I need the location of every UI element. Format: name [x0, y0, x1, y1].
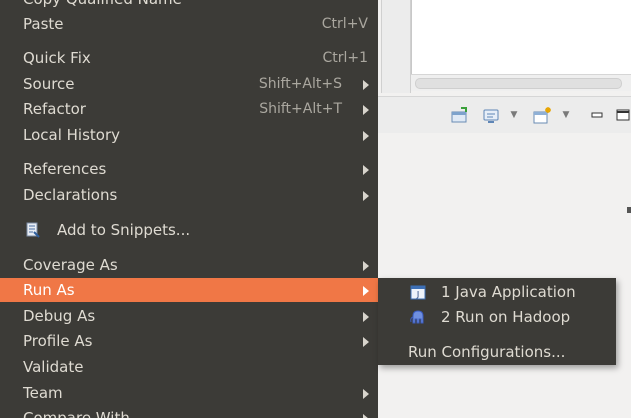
menu-item-label: Run As [23, 281, 75, 299]
maximize-icon[interactable] [616, 107, 630, 125]
menu-item-copy-qualified-name[interactable]: Copy Qualified Name [0, 0, 378, 11]
java-application-icon: J [410, 285, 426, 300]
menu-item-label: Validate [23, 358, 84, 376]
submenu-arrow-icon [363, 131, 369, 141]
view-toolbar: ▼ ▼ [378, 96, 631, 134]
shortcut-label: Ctrl+V [321, 16, 368, 32]
editor-area[interactable] [411, 0, 631, 77]
menu-item-label: Declarations [23, 186, 118, 204]
menu-item-local-history[interactable]: Local History [0, 123, 378, 147]
chevron-down-icon[interactable]: ▼ [560, 109, 572, 121]
submenu-item-run-configurations[interactable]: Run Configurations... [378, 340, 616, 364]
menu-item-profile-as[interactable]: Profile As [0, 329, 378, 353]
vertical-scrollbar[interactable] [381, 0, 411, 93]
run-as-submenu: J 1 Java Application 2 Run on Hadoop Run… [378, 278, 616, 365]
menu-item-compare-with[interactable]: Compare With [0, 406, 378, 418]
console-panel [378, 133, 631, 418]
submenu-arrow-icon [363, 389, 369, 399]
menu-item-declarations[interactable]: Declarations [0, 183, 378, 207]
menu-item-team[interactable]: Team [0, 381, 378, 405]
submenu-item-run-on-hadoop[interactable]: 2 Run on Hadoop [378, 305, 616, 329]
submenu-arrow-icon [363, 165, 369, 175]
menu-item-validate[interactable]: Validate [0, 355, 378, 379]
submenu-arrow-icon [363, 80, 369, 90]
horizontal-scrollbar[interactable] [411, 74, 631, 91]
chevron-down-icon[interactable]: ▼ [508, 109, 520, 121]
menu-item-debug-as[interactable]: Debug As [0, 304, 378, 328]
menu-item-label: Debug As [23, 307, 96, 325]
submenu-item-java-application[interactable]: J 1 Java Application [378, 280, 616, 304]
menu-item-label: Refactor [23, 100, 86, 118]
submenu-arrow-icon [363, 414, 369, 418]
menu-item-label: Add to Snippets... [57, 221, 191, 239]
menu-item-label: Copy Qualified Name [23, 0, 182, 11]
menu-item-label: Coverage As [23, 256, 118, 274]
menu-item-coverage-as[interactable]: Coverage As [0, 253, 378, 277]
submenu-arrow-icon [363, 337, 369, 347]
menu-item-source[interactable]: Source Shift+Alt+S [0, 72, 378, 96]
menu-item-label: References [23, 160, 107, 178]
menu-separator [0, 40, 378, 41]
shortcut-label: Shift+Alt+S [258, 76, 342, 92]
display-console-icon[interactable] [482, 107, 500, 125]
submenu-arrow-icon [363, 105, 369, 115]
svg-text:J: J [416, 290, 419, 299]
hadoop-elephant-icon [410, 310, 424, 324]
menu-item-label: Team [23, 384, 63, 402]
submenu-arrow-icon [363, 312, 369, 322]
menu-item-run-as[interactable]: Run As [0, 278, 378, 302]
menu-item-quick-fix[interactable]: Quick Fix Ctrl+1 [0, 46, 378, 70]
menu-item-references[interactable]: References [0, 157, 378, 181]
submenu-arrow-icon [363, 286, 369, 296]
menu-item-refactor[interactable]: Refactor Shift+Alt+T [0, 97, 378, 121]
menu-item-label: Profile As [23, 332, 93, 350]
submenu-item-label: 2 Run on Hadoop [441, 308, 571, 326]
submenu-item-label: Run Configurations... [408, 343, 566, 361]
submenu-arrow-icon [363, 261, 369, 271]
shortcut-label: Shift+Alt+T [259, 101, 342, 117]
new-console-icon[interactable] [532, 107, 552, 125]
screen: ▼ ▼ Copy Qualified Name Paste Ctrl+V Qui… [0, 0, 631, 418]
shortcut-label: Ctrl+1 [322, 50, 368, 66]
context-menu: Copy Qualified Name Paste Ctrl+V Quick F… [0, 0, 378, 418]
submenu-item-label: 1 Java Application [441, 283, 576, 301]
snippet-icon [26, 222, 40, 238]
menu-item-paste[interactable]: Paste Ctrl+V [0, 12, 378, 36]
menu-item-label: Paste [23, 15, 64, 33]
menu-item-add-to-snippets[interactable]: Add to Snippets... [0, 218, 378, 242]
menu-item-label: Quick Fix [23, 49, 91, 67]
submenu-arrow-icon [363, 191, 369, 201]
scrollbar-thumb[interactable] [415, 78, 622, 89]
menu-item-label: Compare With [23, 409, 130, 418]
open-console-icon[interactable] [450, 107, 468, 125]
sash-handle[interactable] [627, 207, 631, 213]
menu-item-label: Local History [23, 126, 121, 144]
menu-item-label: Source [23, 75, 75, 93]
minimize-icon[interactable] [590, 107, 604, 125]
